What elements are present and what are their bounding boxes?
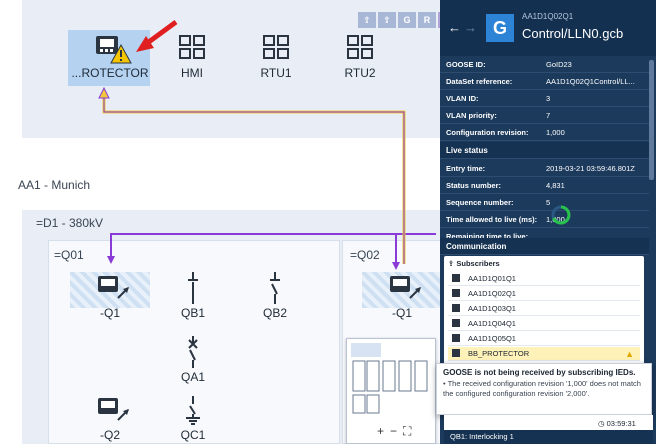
subscriber-item[interactable]: AA1D1Q01Q1: [448, 272, 640, 286]
panel-title: Control/LLN0.gcb: [522, 26, 624, 41]
ied-icon: [452, 319, 460, 327]
subscriber-item-warning[interactable]: BB_PROTECTOR ▲: [448, 347, 640, 361]
timestamp: ◷ 03:59:31: [598, 419, 636, 428]
ied-icon: [452, 304, 460, 312]
clock-icon: ◷: [598, 419, 607, 428]
zoom-in-button[interactable]: +: [377, 424, 384, 439]
property-row: DataSet reference: AA1D1Q02Q1Control/LL..…: [440, 73, 649, 90]
subscriber-item[interactable]: AA1D1Q02Q1: [448, 287, 640, 301]
warning-tooltip: GOOSE is not being received by subscribi…: [436, 363, 652, 415]
status-row: Sequence number: 5: [440, 194, 649, 211]
communication-header: Communication: [440, 238, 649, 255]
overview-minimap[interactable]: + − ⛶: [346, 338, 436, 444]
property-row: GOOSE ID: GoID23: [440, 56, 649, 73]
warning-icon: ▲: [625, 349, 634, 359]
interlocking-row[interactable]: QB1: Interlocking 1: [444, 430, 653, 444]
panel-subtitle: AA1D1Q02Q1: [522, 12, 574, 21]
ied-icon: [452, 289, 460, 297]
subscribers-header: ⇪ Subscribers: [448, 259, 500, 268]
forward-arrow-icon[interactable]: →: [464, 20, 477, 35]
tooltip-title: GOOSE is not being received by subscribi…: [443, 368, 636, 377]
property-row: Configuration revision: 1,000: [440, 124, 649, 141]
subscriber-item[interactable]: AA1D1Q03Q1: [448, 302, 640, 316]
property-row: VLAN ID: 3: [440, 90, 649, 107]
status-row: Entry time: 2019-03-21 03:59:46.801Z: [440, 160, 649, 177]
ied-icon: [452, 349, 460, 357]
property-row: VLAN priority: 7: [440, 107, 649, 124]
time-to-live-gauge-icon: [551, 205, 571, 225]
goose-tile-icon: G: [486, 14, 514, 42]
subscriber-item[interactable]: AA1D1Q04Q1: [448, 317, 640, 331]
status-row: Status number: 4,831: [440, 177, 649, 194]
live-status-header: Live status: [440, 142, 649, 159]
ied-icon: [452, 274, 460, 282]
subscriber-item[interactable]: AA1D1Q05Q1: [448, 332, 640, 346]
tooltip-body: • The received configuration revision '1…: [443, 379, 641, 398]
panel-header: ← → G AA1D1Q02Q1 Control/LLN0.gcb: [440, 0, 656, 56]
fit-view-icon[interactable]: ⛶: [403, 424, 411, 439]
substation-canvas[interactable]: ⇪ ⇪ G R SV ...ROTECTOR HMI RTU1 RTU2 AA1…: [0, 0, 456, 444]
zoom-out-button[interactable]: −: [390, 424, 397, 439]
minimap-preview: [351, 343, 428, 414]
status-row: Time allowed to live (ms): 1,000: [440, 211, 649, 228]
back-arrow-icon[interactable]: ←: [448, 20, 461, 35]
subscribers-list: ⇪ Subscribers AA1D1Q01Q1 AA1D1Q02Q1 AA1D…: [444, 256, 644, 366]
panel-scrollbar[interactable]: [649, 60, 654, 180]
ied-icon: [452, 334, 460, 342]
